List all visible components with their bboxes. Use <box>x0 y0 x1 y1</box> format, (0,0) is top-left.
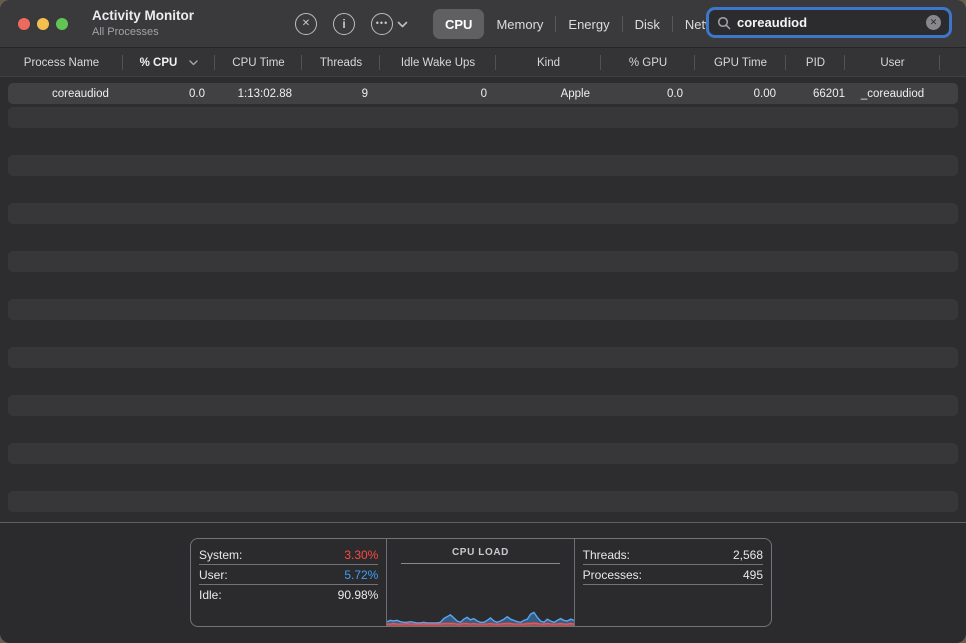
processes-label: Processes: <box>583 568 642 582</box>
search-input[interactable] <box>731 15 926 30</box>
cell-cpu: 0.0 <box>123 82 215 106</box>
tab-memory[interactable]: Memory <box>484 9 555 39</box>
cpu-load-title: CPU LOAD <box>387 547 573 558</box>
activity-monitor-window: Activity Monitor All Processes ✕ i ••• C… <box>0 0 966 643</box>
tab-cpu[interactable]: CPU <box>433 9 484 39</box>
empty-row <box>0 466 966 490</box>
user-value: 5.72% <box>344 568 378 582</box>
cell-gpu-time: 0.00 <box>695 82 786 106</box>
chevron-down-icon <box>397 21 408 28</box>
empty-row <box>0 298 966 322</box>
empty-row <box>0 250 966 274</box>
column-header-gpu-time[interactable]: GPU Time <box>695 48 786 77</box>
zoom-window-button[interactable] <box>56 18 68 30</box>
column-header-threads[interactable]: Threads <box>302 48 380 77</box>
toolbar-buttons: ✕ i ••• <box>295 0 408 48</box>
cell-threads: 9 <box>302 82 380 106</box>
column-header-idle-wake-ups[interactable]: Idle Wake Ups <box>380 48 496 77</box>
empty-row <box>0 370 966 394</box>
window-subtitle: All Processes <box>92 26 194 38</box>
x-circle-icon: ✕ <box>302 18 310 29</box>
search-icon <box>717 16 731 30</box>
empty-row <box>0 346 966 370</box>
empty-row <box>0 394 966 418</box>
threads-label: Threads: <box>583 548 630 562</box>
idle-label: Idle: <box>199 588 222 602</box>
system-label: System: <box>199 548 242 562</box>
empty-row <box>0 154 966 178</box>
cpu-summary-box: System: 3.30% User: 5.72% Idle: 90.98% C… <box>190 538 772 627</box>
cpu-load-sparkline <box>387 564 574 626</box>
ellipsis-circle-icon: ••• <box>376 18 388 28</box>
search-field[interactable]: ✕ <box>706 7 952 38</box>
title-bar: Activity Monitor All Processes ✕ i ••• C… <box>0 0 966 48</box>
column-header-user[interactable]: User <box>845 48 940 77</box>
cell-cpu-time: 1:13:02.88 <box>215 82 302 106</box>
footer-stats-bar: System: 3.30% User: 5.72% Idle: 90.98% C… <box>0 522 966 643</box>
cell-gpu: 0.0 <box>601 82 695 106</box>
empty-row <box>0 418 966 442</box>
info-circle-icon: i <box>342 17 345 31</box>
minimize-window-button[interactable] <box>37 18 49 30</box>
cell-idle-wake-ups: 0 <box>380 82 496 106</box>
tab-disk[interactable]: Disk <box>623 9 672 39</box>
sort-descending-icon <box>189 60 198 66</box>
more-options-button[interactable]: ••• <box>371 13 393 35</box>
table-header: Process Name % CPU CPU Time Threads Idle… <box>0 48 966 77</box>
idle-value: 90.98% <box>338 588 379 602</box>
tab-energy[interactable]: Energy <box>556 9 621 39</box>
clear-search-button[interactable]: ✕ <box>926 15 941 30</box>
more-options-group[interactable]: ••• <box>371 13 408 35</box>
window-title: Activity Monitor <box>92 9 194 24</box>
empty-row <box>0 490 966 514</box>
quit-process-button[interactable]: ✕ <box>295 13 317 35</box>
processes-value: 495 <box>743 568 763 582</box>
window-controls <box>18 18 68 30</box>
column-header-pid[interactable]: PID <box>786 48 845 77</box>
inspect-process-button[interactable]: i <box>333 13 355 35</box>
empty-row <box>0 106 966 130</box>
title-block: Activity Monitor All Processes <box>92 9 194 38</box>
stat-divider <box>583 584 763 585</box>
column-header-cpu-time[interactable]: CPU Time <box>215 48 302 77</box>
cell-user: _coreaudiod <box>845 82 940 106</box>
user-label: User: <box>199 568 228 582</box>
cpu-load-graph-panel: CPU LOAD <box>386 539 574 626</box>
empty-row <box>0 178 966 202</box>
cell-kind: Apple <box>496 82 601 106</box>
cell-pid: 66201 <box>786 82 845 106</box>
cell-process-name: coreaudiod <box>0 82 123 106</box>
empty-row <box>0 442 966 466</box>
empty-row <box>0 274 966 298</box>
column-header-cpu[interactable]: % CPU <box>123 48 215 77</box>
system-value: 3.30% <box>344 548 378 562</box>
close-window-button[interactable] <box>18 18 30 30</box>
column-header-process-name[interactable]: Process Name <box>0 48 123 77</box>
empty-row <box>0 202 966 226</box>
process-table-body: coreaudiod 0.0 1:13:02.88 9 0 Apple 0.0 … <box>0 77 966 522</box>
column-header-gpu[interactable]: % GPU <box>601 48 695 77</box>
counts-column: Threads: 2,568 Processes: 495 <box>575 539 771 626</box>
clear-x-icon: ✕ <box>930 17 938 28</box>
empty-row <box>0 130 966 154</box>
view-segmented-control: CPU Memory Energy Disk Network <box>433 9 745 39</box>
cpu-usage-column: System: 3.30% User: 5.72% Idle: 90.98% <box>191 539 386 626</box>
threads-value: 2,568 <box>733 548 763 562</box>
empty-row <box>0 322 966 346</box>
empty-row <box>0 226 966 250</box>
process-row-coreaudiod[interactable]: coreaudiod 0.0 1:13:02.88 9 0 Apple 0.0 … <box>0 82 966 106</box>
column-header-kind[interactable]: Kind <box>496 48 601 77</box>
